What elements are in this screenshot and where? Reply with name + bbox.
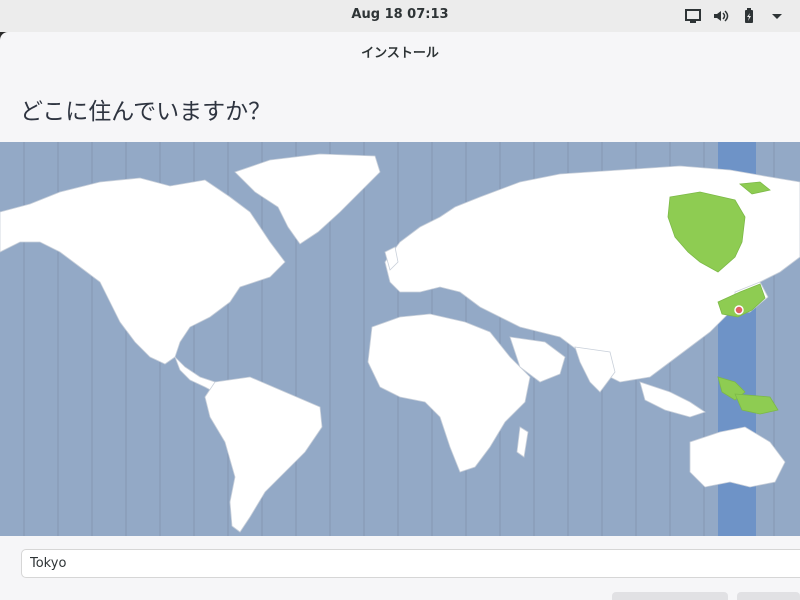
battery-icon[interactable] [740, 7, 758, 25]
chevron-down-icon[interactable] [768, 7, 786, 25]
top-bar: Aug 18 07:13 [0, 0, 800, 32]
location-search-input[interactable] [22, 550, 800, 577]
installer-window: インストール どこに住んでいますか？ [0, 32, 800, 600]
page-heading: どこに住んでいますか？ [20, 99, 272, 125]
location-search-field[interactable] [21, 549, 800, 578]
screen-icon[interactable] [684, 7, 702, 25]
next-button[interactable] [737, 592, 800, 600]
system-tray[interactable] [684, 7, 786, 25]
timezone-map[interactable] [0, 142, 800, 536]
back-button[interactable] [612, 592, 728, 600]
tokyo-location-marker[interactable] [734, 305, 744, 315]
clock[interactable]: Aug 18 07:13 [0, 7, 800, 22]
volume-icon[interactable] [712, 7, 730, 25]
world-map[interactable] [0, 142, 800, 536]
window-title: インストール [361, 45, 439, 61]
